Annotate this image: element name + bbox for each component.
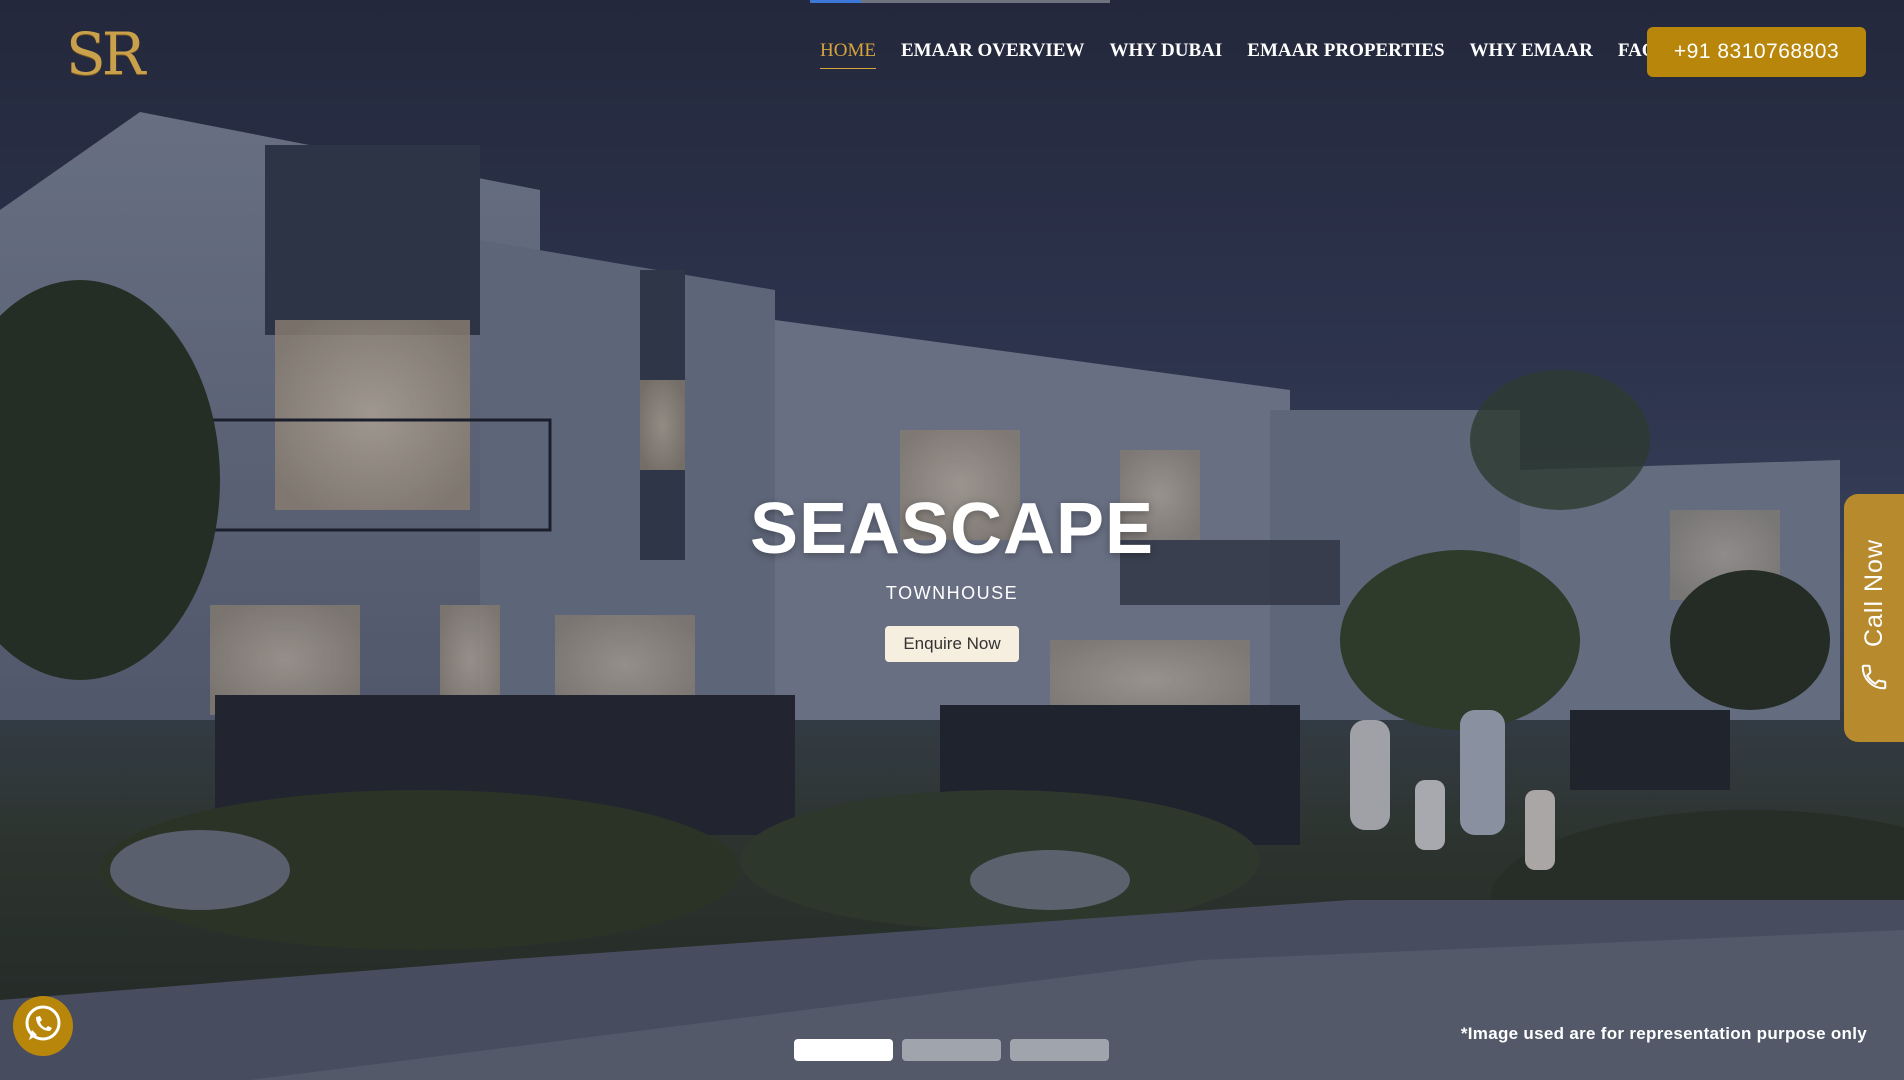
phone-number-button[interactable]: +91 8310768803 — [1647, 27, 1866, 77]
nav-why-dubai[interactable]: WHY DUBAI — [1110, 40, 1223, 69]
call-now-tab[interactable]: Call Now — [1844, 494, 1904, 742]
hero-subtitle: TOWNHOUSE — [885, 583, 1019, 603]
whatsapp-icon — [21, 1002, 65, 1051]
slider-progress-bar — [810, 0, 1110, 3]
slide-indicator-3[interactable] — [1010, 1039, 1109, 1061]
slider-pagination — [794, 1039, 1109, 1061]
hero-title: SEASCAPE — [749, 489, 1155, 569]
phone-icon — [1859, 662, 1889, 697]
site-logo[interactable]: SR — [66, 20, 145, 88]
nav-emaar-overview[interactable]: EMAAR OVERVIEW — [901, 40, 1085, 69]
main-nav: HOME EMAAR OVERVIEW WHY DUBAI EMAAR PROP… — [820, 40, 1682, 69]
slider-progress-fill — [810, 0, 861, 3]
whatsapp-button[interactable] — [13, 996, 73, 1056]
nav-emaar-properties[interactable]: EMAAR PROPERTIES — [1247, 40, 1444, 69]
nav-why-emaar[interactable]: WHY EMAAR — [1470, 40, 1593, 69]
slide-indicator-1[interactable] — [794, 1039, 893, 1061]
nav-home[interactable]: HOME — [820, 40, 876, 69]
call-now-label: Call Now — [1859, 539, 1888, 648]
enquire-now-button[interactable]: Enquire Now — [885, 626, 1019, 662]
slide-indicator-2[interactable] — [902, 1039, 1001, 1061]
image-disclaimer: *Image used are for representation purpo… — [1460, 1024, 1867, 1043]
